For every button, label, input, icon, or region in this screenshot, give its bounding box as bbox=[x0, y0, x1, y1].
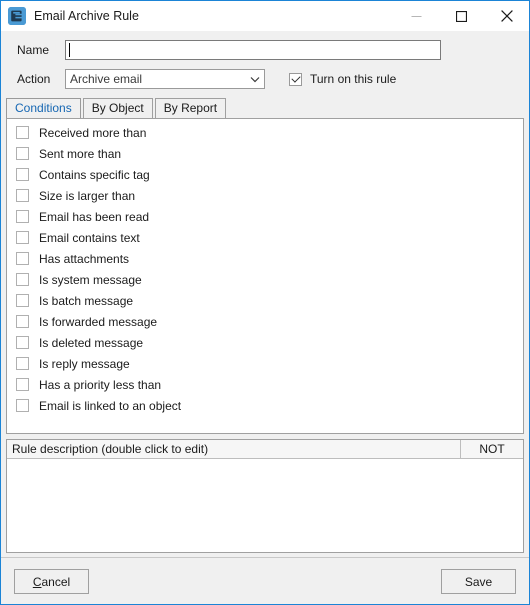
condition-checkbox[interactable] bbox=[16, 357, 29, 370]
condition-label: Is batch message bbox=[39, 293, 134, 308]
condition-checkbox[interactable] bbox=[16, 252, 29, 265]
column-header-description: Rule description (double click to edit) bbox=[7, 440, 461, 458]
condition-row[interactable]: Sent more than bbox=[7, 143, 523, 164]
rule-description-panel: Rule description (double click to edit) … bbox=[6, 439, 524, 553]
tab-strip: Conditions By Object By Report bbox=[6, 97, 524, 118]
title-bar: Email Archive Rule bbox=[1, 1, 529, 31]
cancel-button[interactable]: Cancel bbox=[14, 569, 89, 594]
condition-checkbox[interactable] bbox=[16, 315, 29, 328]
checkbox-box bbox=[289, 72, 302, 86]
condition-row[interactable]: Is batch message bbox=[7, 290, 523, 311]
tab-by-object[interactable]: By Object bbox=[82, 98, 153, 118]
condition-row[interactable]: Email is linked to an object bbox=[7, 395, 523, 416]
condition-label: Sent more than bbox=[39, 146, 122, 161]
condition-checkbox[interactable] bbox=[16, 147, 29, 160]
save-button[interactable]: Save bbox=[441, 569, 516, 594]
text-caret bbox=[69, 43, 70, 57]
rule-description-header: Rule description (double click to edit) … bbox=[7, 440, 523, 459]
rule-form: Name Action Archive email Turn on this r… bbox=[1, 31, 529, 97]
condition-checkbox[interactable] bbox=[16, 189, 29, 202]
tab-conditions[interactable]: Conditions bbox=[6, 98, 81, 118]
name-label: Name bbox=[17, 43, 50, 57]
condition-label: Received more than bbox=[39, 125, 147, 140]
condition-checkbox[interactable] bbox=[16, 336, 29, 349]
condition-label: Is deleted message bbox=[39, 335, 144, 350]
condition-row[interactable]: Is reply message bbox=[7, 353, 523, 374]
condition-label: Contains specific tag bbox=[39, 167, 150, 182]
condition-label: Is reply message bbox=[39, 356, 130, 371]
condition-label: Size is larger than bbox=[39, 188, 136, 203]
email-rule-icon bbox=[8, 7, 26, 25]
action-dropdown[interactable]: Archive email bbox=[65, 69, 265, 89]
minimize-icon[interactable] bbox=[394, 1, 439, 31]
condition-checkbox[interactable] bbox=[16, 168, 29, 181]
condition-row[interactable]: Email has been read bbox=[7, 206, 523, 227]
condition-checkbox[interactable] bbox=[16, 378, 29, 391]
condition-row[interactable]: Contains specific tag bbox=[7, 164, 523, 185]
enable-rule-checkbox[interactable]: Turn on this rule bbox=[289, 72, 396, 86]
condition-label: Email is linked to an object bbox=[39, 398, 182, 413]
window-controls bbox=[394, 1, 529, 31]
column-header-not: NOT bbox=[479, 442, 505, 456]
condition-checkbox[interactable] bbox=[16, 399, 29, 412]
condition-label: Email has been read bbox=[39, 209, 150, 224]
condition-row[interactable]: Is deleted message bbox=[7, 332, 523, 353]
action-selected-value: Archive email bbox=[65, 69, 265, 89]
condition-label: Has attachments bbox=[39, 251, 130, 266]
condition-checkbox[interactable] bbox=[16, 231, 29, 244]
name-input[interactable] bbox=[65, 40, 441, 60]
condition-label: Is system message bbox=[39, 272, 142, 287]
window-title: Email Archive Rule bbox=[34, 9, 139, 23]
condition-checkbox[interactable] bbox=[16, 126, 29, 139]
close-icon[interactable] bbox=[484, 1, 529, 31]
action-row: Action Archive email Turn on this rule bbox=[1, 69, 529, 89]
condition-checkbox[interactable] bbox=[16, 273, 29, 286]
chevron-down-icon bbox=[246, 70, 264, 88]
condition-row[interactable]: Has a priority less than bbox=[7, 374, 523, 395]
condition-checkbox[interactable] bbox=[16, 210, 29, 223]
condition-checkbox[interactable] bbox=[16, 294, 29, 307]
maximize-icon[interactable] bbox=[439, 1, 484, 31]
condition-row[interactable]: Received more than bbox=[7, 122, 523, 143]
condition-label: Has a priority less than bbox=[39, 377, 162, 392]
action-label: Action bbox=[17, 72, 51, 86]
condition-row[interactable]: Is system message bbox=[7, 269, 523, 290]
rule-description-body[interactable] bbox=[7, 459, 523, 552]
condition-row[interactable]: Size is larger than bbox=[7, 185, 523, 206]
condition-row[interactable]: Email contains text bbox=[7, 227, 523, 248]
condition-label: Email contains text bbox=[39, 230, 140, 245]
dialog-footer: Cancel Save bbox=[1, 557, 529, 604]
condition-label: Is forwarded message bbox=[39, 314, 158, 329]
conditions-list[interactable]: Received more than Sent more than Contains… bbox=[6, 118, 524, 434]
name-row: Name bbox=[1, 40, 529, 60]
enable-rule-label: Turn on this rule bbox=[310, 72, 397, 86]
email-archive-rule-dialog: Email Archive Rule Name Action Archive e… bbox=[0, 0, 530, 605]
tab-by-report[interactable]: By Report bbox=[154, 98, 227, 118]
condition-row[interactable]: Is forwarded message bbox=[7, 311, 523, 332]
condition-row[interactable]: Has attachments bbox=[7, 248, 523, 269]
